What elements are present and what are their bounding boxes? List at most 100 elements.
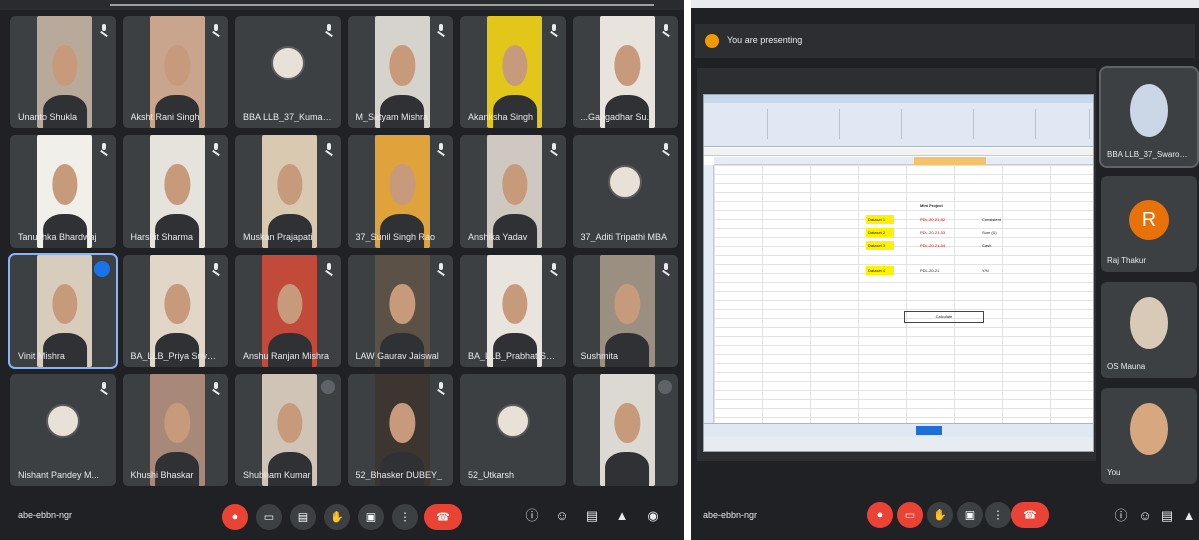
side-participant-tile[interactable]: OS Mauna (1101, 282, 1197, 378)
participant-tile[interactable]: 52_Utkarsh (460, 373, 566, 486)
participant-tile[interactable]: 52_Bhasker DUBEY_ (347, 373, 453, 486)
participant-tile[interactable]: 37_Aditi Tripathi MBA (572, 135, 678, 248)
video-feed (1129, 83, 1169, 137)
participant-tile[interactable]: Muskan Prajapati (235, 135, 341, 248)
participant-tile[interactable] (572, 373, 678, 486)
participant-name: Raj Thakur (1107, 256, 1146, 265)
spreadsheet-ribbon (704, 103, 1093, 147)
meet-presenting-window: You are presenting Mini Project Dataset … (691, 0, 1199, 540)
participant-tile[interactable]: Nishant Pandey M... (10, 373, 116, 486)
more-options-button-right[interactable]: ⋮ (985, 502, 1011, 528)
mic-muted-icon (99, 23, 109, 37)
activities-icon[interactable]: ▲ (614, 508, 630, 524)
raise-hand-button[interactable]: ✋ (324, 504, 350, 530)
mic-muted-icon (436, 23, 446, 37)
captions-button[interactable]: ▤ (290, 504, 316, 530)
participant-tile[interactable]: Sushmita (572, 254, 678, 367)
row-label: Dataset 4 (868, 268, 886, 273)
mic-muted-icon (436, 142, 446, 156)
meet-gallery-window: Unanto Shukla Aksht Rani Singh BBA LLB_37_… (0, 0, 684, 540)
mic-off-icon: ● (231, 511, 239, 523)
camera-off-icon: ▭ (904, 509, 916, 522)
row-note: Y/N (982, 268, 989, 273)
highlighted-cell[interactable]: Dataset 2 (866, 228, 894, 237)
cell-grid: Mini Project Dataset 1 PDL-20-21-52 Consis… (714, 165, 1093, 423)
participant-tile[interactable]: Aksht Rani Singh (122, 16, 228, 129)
participant-name: Vinit Mishra (18, 350, 65, 361)
calculate-button[interactable]: Calculate (904, 311, 984, 323)
participant-tile[interactable]: Akanksha Singh (460, 16, 566, 129)
participant-tile[interactable]: BBA LLB_37_Kumar... (235, 16, 341, 129)
highlighted-cell[interactable]: Dataset 3 (866, 241, 894, 250)
sheet-tab-active[interactable] (916, 426, 942, 435)
participant-tile[interactable]: Vinit Mishra (8, 252, 118, 369)
participant-name: Tanushka Bhardwaj (18, 231, 97, 242)
info-icon[interactable]: ⓘ (524, 508, 540, 524)
row-headers (704, 165, 714, 423)
right-top-strip (691, 0, 1199, 8)
participant-name: 52_Bhasker DUBEY_ (355, 470, 443, 480)
spreadsheet-titlebar (704, 95, 1093, 103)
hand-icon: ✋ (330, 511, 344, 524)
meeting-code: abe-ebbn-ngr (18, 510, 73, 520)
participant-name: Muskan Prajapati (243, 231, 313, 242)
present-button-right[interactable]: ▣ (957, 502, 983, 528)
participant-tile[interactable]: Unanto Shukla (10, 16, 116, 129)
row-note: Consistent (982, 217, 1001, 222)
side-participant-tile[interactable]: BBA LLB_37_Swaroop Mishra (1099, 66, 1199, 168)
leave-call-button-right[interactable]: ☎ (1011, 502, 1049, 528)
info-icon[interactable]: ⓘ (1113, 508, 1129, 524)
side-participant-tile[interactable]: R Raj Thakur (1101, 176, 1197, 272)
participant-tile[interactable]: LAW Gaurav Jaiswal (347, 254, 453, 367)
raise-hand-button-right[interactable]: ✋ (927, 502, 953, 528)
leave-call-button[interactable]: ☎ (424, 504, 462, 530)
participant-name: LAW Gaurav Jaiswal (355, 350, 439, 361)
host-controls-icon[interactable]: ◉ (645, 508, 661, 524)
participant-name: You (1107, 468, 1121, 477)
participant-tile[interactable]: ...Gangadhar Su... (572, 16, 678, 129)
tile-options-icon[interactable] (320, 379, 335, 394)
participant-tile[interactable]: Khushi Bhaskar (122, 373, 228, 486)
highlighted-cell[interactable]: Dataset 4 (866, 266, 894, 275)
sheet-heading: Mini Project (920, 203, 943, 208)
participant-tile[interactable]: Tanushka Bhardwaj (10, 135, 116, 248)
present-button[interactable]: ▣ (358, 504, 384, 530)
camera-icon: ▭ (263, 511, 275, 524)
chat-icon[interactable]: ▤ (1159, 508, 1175, 524)
mic-muted-icon (661, 23, 671, 37)
participant-tile[interactable]: Shubham Kumar (235, 373, 341, 486)
participant-tile[interactable]: Anshika Yadav (460, 135, 566, 248)
participant-tile[interactable]: M_Satyam Mishra (347, 16, 453, 129)
participant-name: Aksht Rani Singh (130, 112, 200, 123)
people-icon[interactable]: ☺ (1137, 508, 1153, 524)
mic-toggle-button[interactable]: ● (222, 504, 248, 530)
participant-tile[interactable]: Harshit Sharma (122, 135, 228, 248)
speaking-indicator-icon (93, 260, 110, 277)
avatar: R (1129, 200, 1169, 241)
participant-name: Sushmita (580, 350, 619, 361)
participant-name: Anshika Yadav (468, 231, 528, 242)
present-icon: ▣ (365, 511, 377, 524)
people-icon[interactable]: ☺ (554, 508, 570, 524)
mic-muted-icon (549, 262, 559, 276)
participant-tile[interactable]: BA_LLB_Priya Srivast... (122, 254, 228, 367)
participant-name: BBA LLB_37_Kumar... (243, 112, 333, 123)
mic-toggle-button-right[interactable]: ● (867, 502, 893, 528)
camera-toggle-button-right[interactable]: ▭ (897, 502, 923, 528)
highlighted-cell[interactable]: Dataset 1 (866, 215, 894, 224)
camera-toggle-button[interactable]: ▭ (256, 504, 282, 530)
activities-icon[interactable]: ▲ (1181, 508, 1197, 524)
avatar (270, 46, 305, 81)
mic-muted-icon (99, 142, 109, 156)
participant-name: Khushi Bhaskar (130, 470, 194, 480)
chat-icon[interactable]: ▤ (584, 508, 600, 524)
avatar (495, 403, 530, 438)
side-participant-tile[interactable]: You (1101, 388, 1197, 484)
participant-tile[interactable]: BA_LLB_Prabhat Sh... (460, 254, 566, 367)
tile-options-icon[interactable] (658, 379, 672, 394)
more-options-button[interactable]: ⋮ (392, 504, 418, 530)
participant-tile[interactable]: Anshu Ranjan Mishra (235, 254, 341, 367)
participant-tile[interactable]: 37_Sunil Singh Rao (347, 135, 453, 248)
left-top-strip (0, 0, 684, 10)
participant-name: Nishant Pandey M... (18, 470, 100, 480)
